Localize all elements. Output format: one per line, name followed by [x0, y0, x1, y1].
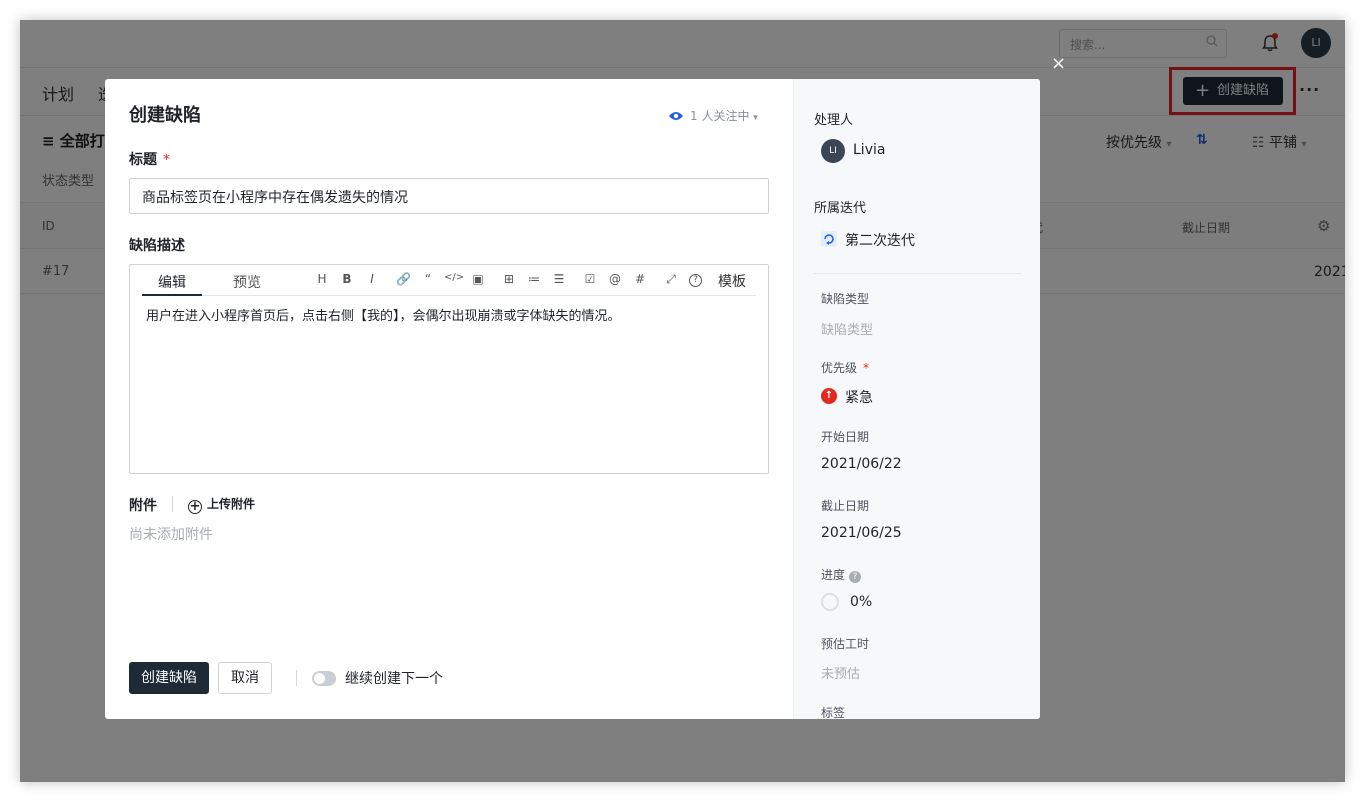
upload-attachment-button[interactable]: + 上传附件	[188, 495, 255, 514]
tab-edit[interactable]: 编辑	[158, 272, 186, 292]
dialog-sidebar: 处理人 LI Livia 所属迭代 第二次迭代 缺陷类型 缺陷类型 优先级 * ↑…	[793, 79, 1040, 719]
mention-icon[interactable]: @	[608, 272, 622, 286]
priority-selector[interactable]: 紧急	[845, 387, 873, 407]
iteration-label: 所属迭代	[814, 201, 867, 216]
caret-down-icon: ▾	[753, 113, 758, 123]
toggle-knob	[314, 673, 325, 684]
title-input[interactable]: 商品标签页在小程序中存在偶发遗失的情况	[129, 178, 769, 214]
help-icon: ?	[849, 571, 862, 583]
due-date-picker[interactable]: 2021/06/25	[821, 525, 902, 541]
due-date-label: 截止日期	[821, 499, 870, 513]
iteration-selector[interactable]: 第二次迭代	[845, 230, 915, 250]
code-icon[interactable]: </>	[444, 272, 464, 283]
editor-toolbar: 编辑 预览 H B I 🔗 “ </> ▣ ⊞ ≔ ☰ ☑ @ # ⤢ ? 模板	[142, 265, 756, 296]
ordered-list-icon[interactable]: ≔	[527, 272, 541, 286]
type-label: 缺陷类型	[821, 292, 870, 306]
description-editor: 编辑 预览 H B I 🔗 “ </> ▣ ⊞ ≔ ☰ ☑ @ # ⤢ ? 模板	[129, 264, 769, 474]
image-icon[interactable]: ▣	[471, 272, 485, 286]
required-mark: *	[163, 152, 170, 168]
progress-ring	[821, 593, 839, 611]
start-date-label: 开始日期	[821, 430, 870, 444]
arrow-up-icon: ↑	[821, 388, 837, 404]
close-icon[interactable]: ×	[1051, 55, 1066, 73]
heading-icon[interactable]: H	[315, 272, 329, 286]
priority-label: 优先级 *	[821, 361, 870, 375]
description-label: 缺陷描述	[129, 238, 185, 254]
table-icon[interactable]: ⊞	[502, 272, 516, 286]
active-tab-indicator	[142, 294, 202, 296]
assignee-avatar: LI	[821, 139, 845, 163]
estimate-input[interactable]: 未预估	[821, 663, 860, 682]
start-date-picker[interactable]: 2021/06/22	[821, 456, 902, 472]
attachment-label: 附件	[129, 498, 157, 514]
divider	[172, 496, 173, 512]
create-defect-dialog: 创建缺陷 1 人关注中 ▾ 标题 * 商品标签页在小程序中存在偶发遗失的情况 缺陷…	[105, 79, 1040, 719]
bullet-list-icon[interactable]: ☰	[552, 272, 566, 286]
help-icon[interactable]: ?	[689, 274, 702, 287]
dialog-main: 创建缺陷 1 人关注中 ▾ 标题 * 商品标签页在小程序中存在偶发遗失的情况 缺陷…	[105, 79, 793, 719]
iteration-icon	[821, 231, 837, 247]
divider	[814, 273, 1022, 274]
hashtag-icon[interactable]: #	[633, 272, 647, 286]
quote-icon[interactable]: “	[421, 272, 435, 286]
eye-icon	[669, 112, 683, 120]
plus-circle-icon: +	[188, 499, 202, 514]
italic-icon[interactable]: I	[365, 272, 379, 286]
bold-icon[interactable]: B	[340, 272, 354, 286]
type-selector[interactable]: 缺陷类型	[821, 319, 873, 338]
estimate-label: 预估工时	[821, 637, 870, 651]
checklist-icon[interactable]: ☑	[583, 272, 597, 286]
assignee-selector[interactable]: Livia	[853, 142, 885, 158]
title-label: 标题 *	[129, 152, 170, 168]
progress-label: 进度?	[821, 566, 862, 583]
required-mark: *	[863, 361, 870, 375]
progress-input[interactable]: 0%	[850, 594, 872, 610]
fullscreen-icon[interactable]: ⤢	[664, 272, 678, 287]
divider	[296, 670, 297, 686]
tab-preview[interactable]: 预览	[233, 272, 261, 292]
editor-content[interactable]: 用户在进入小程序首页后，点击右侧【我的】，会偶尔出现崩溃或字体缺失的情况。	[146, 305, 621, 324]
cancel-button[interactable]: 取消	[218, 662, 272, 694]
link-icon[interactable]: 🔗	[396, 272, 411, 286]
continue-create-toggle[interactable]	[312, 671, 336, 686]
tags-label: 标签	[821, 706, 846, 719]
submit-create-button[interactable]: 创建缺陷	[129, 662, 209, 694]
assignee-label: 处理人	[814, 113, 854, 128]
dialog-title: 创建缺陷	[129, 105, 201, 126]
template-button[interactable]: 模板	[718, 271, 746, 291]
continue-create-label: 继续创建下一个	[345, 671, 443, 687]
watchers-dropdown[interactable]: 1 人关注中 ▾	[668, 107, 758, 124]
no-attachment-text: 尚未添加附件	[129, 527, 213, 543]
